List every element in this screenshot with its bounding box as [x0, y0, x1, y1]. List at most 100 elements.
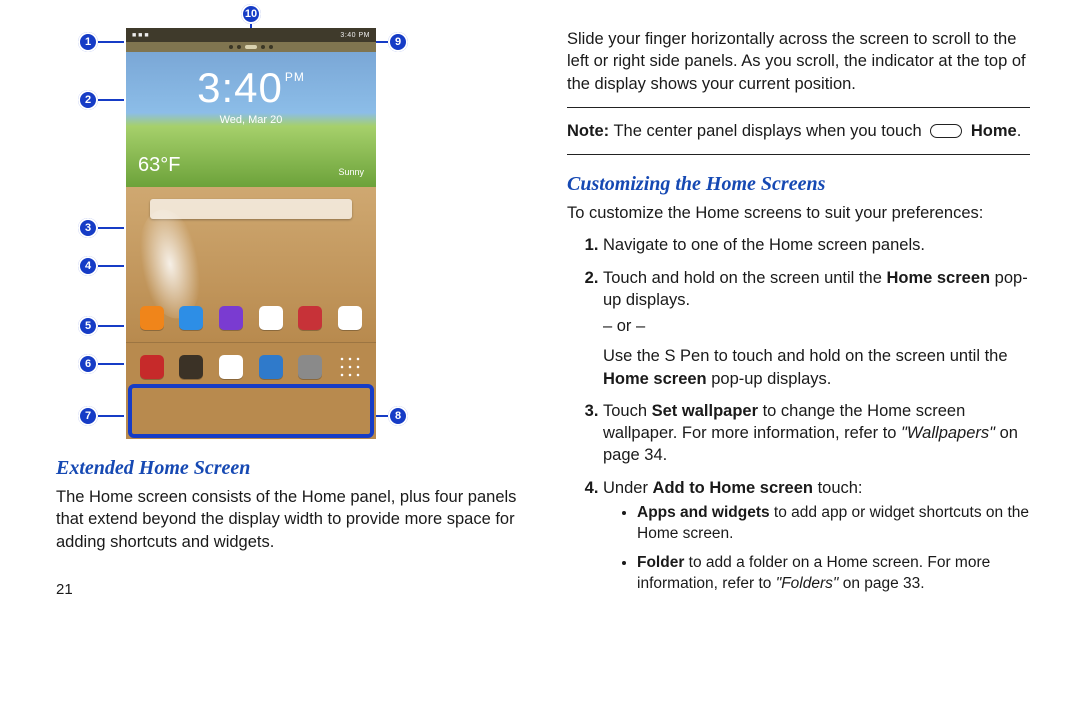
- clock-weather-widget: 3:40 PM Wed, Mar 20 63°F Sunny: [126, 52, 376, 187]
- step-4b: Add to Home screen: [653, 479, 813, 497]
- app-icon: [140, 306, 164, 330]
- device-screenshot: ■ ■ ■ 3:40 PM 3:40 PM Wed, Mar 20 63°F S…: [126, 28, 376, 439]
- lead-9: [376, 41, 388, 43]
- status-time: 3:40 PM: [340, 32, 370, 39]
- customize-lead: To customize the Home screens to suit yo…: [567, 202, 1030, 224]
- note-text: The center panel displays when you touch: [613, 122, 921, 140]
- step-4c: touch:: [813, 479, 863, 497]
- lead-1: [98, 41, 124, 43]
- dock: [126, 342, 376, 439]
- dock-icon: [219, 355, 243, 379]
- manual-page: 10 ■ ■ ■ 3:40 PM 3:40 PM Wed, Mar 20 63°…: [0, 0, 1080, 720]
- app-icon: [298, 306, 322, 330]
- callout-2: 2: [78, 90, 98, 110]
- step-4: Under Add to Home screen touch: Apps and…: [603, 477, 1030, 595]
- dock-icon: [259, 355, 283, 379]
- callout-8: 8: [388, 406, 408, 426]
- step-2f: pop-up displays.: [707, 370, 832, 388]
- callout-7: 7: [78, 406, 98, 426]
- lead-2: [98, 99, 124, 101]
- dock-icon: [179, 355, 203, 379]
- lead-4: [98, 265, 124, 267]
- callout-3-label: 3: [85, 222, 91, 234]
- bullet-1a: Apps and widgets: [637, 504, 770, 521]
- lead-3: [98, 227, 124, 229]
- step-4-bullets: Apps and widgets to add app or widget sh…: [603, 503, 1030, 595]
- bullet-folder: Folder to add a folder on a Home screen.…: [637, 553, 1030, 595]
- callout-4: 4: [78, 256, 98, 276]
- callout-8-label: 8: [395, 410, 401, 422]
- section-title-customizing: Customizing the Home Screens: [567, 173, 1030, 196]
- bullet-2a: Folder: [637, 554, 684, 571]
- apps-grid-icon: [338, 355, 362, 379]
- callout-3: 3: [78, 218, 98, 238]
- bullet-2c: on page 33.: [838, 575, 924, 592]
- lead-7: [98, 415, 124, 417]
- status-left-icons: ■ ■ ■: [132, 32, 149, 39]
- app-icon: [259, 306, 283, 330]
- rule-bottom: [567, 154, 1030, 155]
- lead-8: [376, 415, 388, 417]
- step-3: Touch Set wallpaper to change the Home s…: [603, 400, 1030, 467]
- step-1-text: Navigate to one of the Home screen panel…: [603, 236, 925, 254]
- home-screen-diagram: 10 ■ ■ ■ 3:40 PM 3:40 PM Wed, Mar 20 63°…: [126, 28, 426, 439]
- step-2d: Use the S Pen to touch and hold on the s…: [603, 347, 1008, 365]
- dock-highlight: [128, 384, 374, 438]
- app-icon: [219, 306, 243, 330]
- step-2a: Touch and hold on the screen until the: [603, 269, 886, 287]
- scroll-intro: Slide your finger horizontally across th…: [567, 28, 1030, 95]
- callout-1-label: 1: [85, 36, 91, 48]
- callout-2-label: 2: [85, 94, 91, 106]
- note-row: Note: The center panel displays when you…: [567, 120, 1030, 142]
- section-title-extended: Extended Home Screen: [56, 457, 519, 480]
- extended-para: The Home screen consists of the Home pan…: [56, 486, 519, 553]
- step-2b: Home screen: [886, 269, 990, 287]
- dock-icon: [140, 355, 164, 379]
- left-column: 10 ■ ■ ■ 3:40 PM 3:40 PM Wed, Mar 20 63°…: [56, 28, 543, 700]
- steps-list: Navigate to one of the Home screen panel…: [567, 234, 1030, 594]
- weather-desc: Sunny: [338, 167, 364, 177]
- step-4a: Under: [603, 479, 653, 497]
- callout-1: 1: [78, 32, 98, 52]
- clock-time: 3:40 PM: [197, 64, 305, 112]
- callout-9: 9: [388, 32, 408, 52]
- callout-7-label: 7: [85, 410, 91, 422]
- step-2e: Home screen: [603, 370, 707, 388]
- weather-temp: 63°F: [138, 154, 180, 177]
- app-icon: [338, 306, 362, 330]
- clock-date: Wed, Mar 20: [220, 114, 283, 126]
- clock-time-value: 3:40: [197, 64, 283, 112]
- app-row-upper: [126, 294, 376, 342]
- wallpaper-area: [126, 187, 376, 342]
- callout-5: 5: [78, 316, 98, 336]
- rule-top: [567, 107, 1030, 108]
- step-1: Navigate to one of the Home screen panel…: [603, 234, 1030, 256]
- callout-10-label: 10: [245, 8, 257, 20]
- home-key-icon: [930, 124, 962, 138]
- page-number: 21: [56, 581, 519, 598]
- google-search-bar: [150, 199, 352, 219]
- clock-ampm: PM: [285, 70, 305, 84]
- callout-5-label: 5: [85, 320, 91, 332]
- step-3b: Set wallpaper: [652, 402, 758, 420]
- step-2-or: – or –: [603, 315, 1030, 337]
- step-3-ref: "Wallpapers": [901, 424, 995, 442]
- bullet-apps-widgets: Apps and widgets to add app or widget sh…: [637, 503, 1030, 545]
- step-3a: Touch: [603, 402, 652, 420]
- callout-4-label: 4: [85, 260, 91, 272]
- right-column: Slide your finger horizontally across th…: [543, 28, 1030, 700]
- bullet-2-ref: "Folders": [776, 575, 839, 592]
- callout-9-label: 9: [395, 36, 401, 48]
- dock-icon: [298, 355, 322, 379]
- status-bar: ■ ■ ■ 3:40 PM: [126, 28, 376, 42]
- step-2: Touch and hold on the screen until the H…: [603, 267, 1030, 390]
- note-label: Note:: [567, 122, 609, 140]
- lead-6: [98, 363, 124, 365]
- lead-5: [98, 325, 124, 327]
- app-icon: [179, 306, 203, 330]
- page-indicator: [126, 42, 376, 52]
- dock-row: [126, 343, 376, 391]
- note-home: Home: [971, 122, 1017, 140]
- callout-10: 10: [241, 4, 261, 24]
- callout-6: 6: [78, 354, 98, 374]
